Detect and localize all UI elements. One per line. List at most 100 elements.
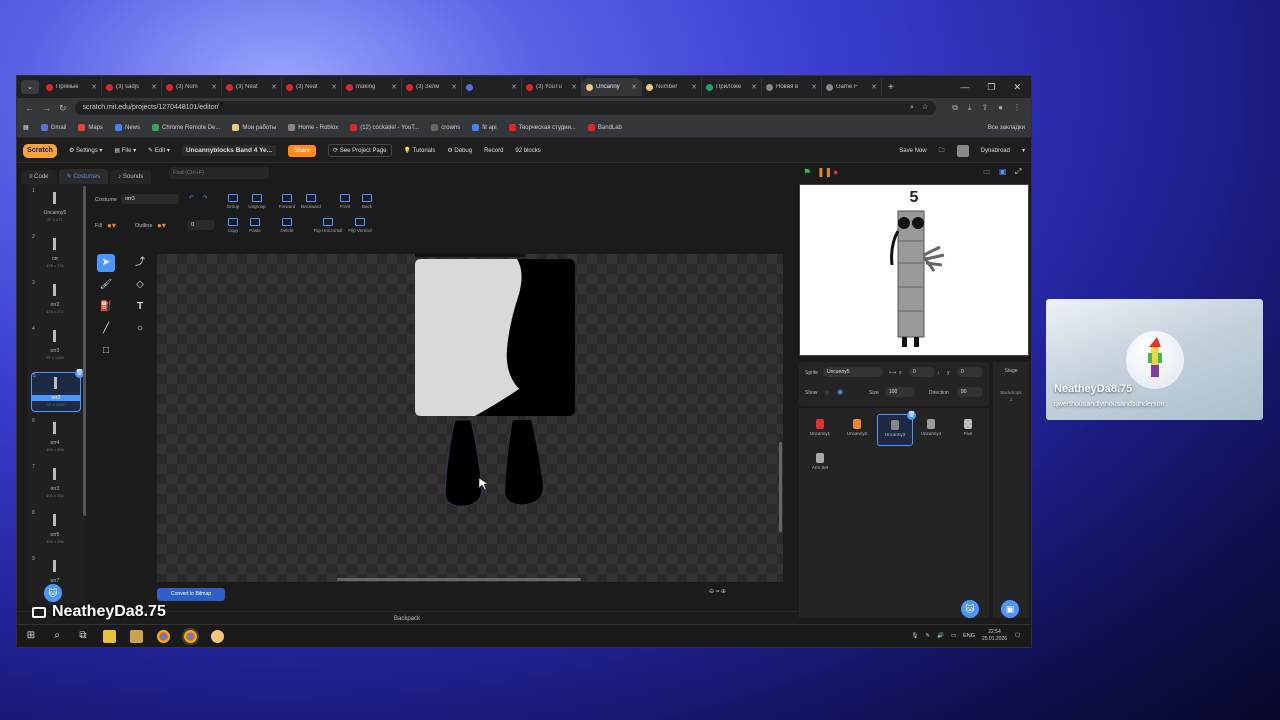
tab-costumes[interactable]: ✎ Costumes [58, 169, 109, 184]
sprite-item[interactable]: Uncanny2 [840, 414, 874, 444]
tab-close-icon[interactable]: ✕ [871, 83, 877, 91]
tab-close-icon[interactable]: ✕ [691, 83, 697, 91]
save-now-button[interactable]: Save Now [899, 148, 926, 154]
y-input[interactable]: 0 [957, 367, 983, 377]
minimize-icon[interactable]: — [960, 82, 969, 93]
pause-icon[interactable]: ❚❚ [817, 167, 832, 178]
browser-tab[interactable]: (3) YouTu ✕ [522, 78, 582, 96]
tab-close-icon[interactable]: ✕ [151, 83, 157, 91]
username[interactable]: Dynabroad [981, 148, 1010, 154]
bookmark-2[interactable]: News [115, 124, 140, 131]
back-icon[interactable]: ← [25, 103, 34, 113]
reload-icon[interactable]: ↻ [59, 103, 67, 114]
search-icon[interactable]: ⌕ [51, 630, 63, 642]
download-icon[interactable]: ⤓ [968, 103, 972, 113]
bookmark-9[interactable]: Творческая студия... [508, 124, 576, 131]
costume-item[interactable]: 8 orr5 100 x 200 [31, 510, 79, 548]
settings-menu[interactable]: ⚙ Settings ▾ [69, 147, 102, 154]
green-flag-icon[interactable]: ⚑ [803, 167, 811, 178]
delete-button[interactable]: Delete [275, 218, 299, 233]
bookmark-6[interactable]: (12) cockatiel - YouT... [350, 124, 419, 131]
scratch-logo[interactable]: Scratch [23, 143, 57, 158]
canvas-horizontal-scrollbar[interactable] [337, 578, 581, 581]
bookmark-4[interactable]: Мои работы [232, 124, 276, 131]
notification-icon[interactable]: 🗨 [1014, 633, 1021, 639]
tab-close-icon[interactable]: ✕ [391, 83, 397, 91]
redo-icon[interactable]: ↷ [203, 195, 208, 201]
tab-close-icon[interactable]: ✕ [91, 83, 97, 91]
costume-item[interactable]: 5 orr3 97 x 1297 🗑 [31, 369, 84, 412]
browser-tab[interactable]: ✕ [462, 78, 522, 96]
costume-item[interactable]: 7 orr3 100 x 200 [31, 464, 79, 502]
task-view-icon[interactable]: ⧉ [77, 630, 89, 642]
backward-button[interactable]: Backward [299, 194, 323, 209]
browser-tab[interactable]: Uncanny ✕ [582, 78, 642, 96]
x-input[interactable]: 0 [909, 367, 935, 377]
tab-close-icon[interactable]: ✕ [451, 83, 457, 91]
bookmark-0[interactable]: Gmail [40, 124, 66, 131]
forward-icon[interactable]: → [42, 103, 51, 113]
browser-tab[interactable]: Number ✕ [642, 78, 702, 96]
pen-icon[interactable]: ✎ [925, 633, 930, 639]
browser-tab[interactable]: Прямые ✕ [42, 78, 102, 96]
file-explorer-icon[interactable] [130, 629, 143, 643]
brush-tool-icon[interactable]: 🖌 [97, 276, 115, 294]
chrome-active-icon[interactable] [182, 627, 199, 645]
volume-icon[interactable]: 🔊 [937, 633, 944, 639]
network-icon[interactable]: ▭ [951, 633, 956, 639]
copy-button[interactable]: Copy [221, 218, 245, 233]
choose-sprite-button[interactable]: 🐱 [961, 600, 979, 618]
small-stage-icon[interactable]: ▭ [983, 167, 991, 176]
bookmark-1[interactable]: Maps [78, 124, 103, 131]
browser-tab[interactable]: Game F ✕ [822, 78, 882, 96]
language-indicator[interactable]: ENG [963, 633, 975, 639]
tab-close-icon[interactable]: ✕ [331, 83, 337, 91]
tab-close-icon[interactable]: ✕ [511, 83, 517, 91]
costume-name-input[interactable]: orr3 [121, 194, 179, 204]
front-button[interactable]: Front [333, 194, 357, 209]
costume-list-scrollbar[interactable] [83, 186, 86, 516]
shape-right-leg[interactable] [505, 420, 543, 505]
share-button[interactable]: Share [288, 144, 317, 157]
browser-tab[interactable]: (3) sadjs ✕ [102, 78, 162, 96]
bookmark-5[interactable]: Home - Roblox [288, 124, 338, 131]
rectangle-tool-icon[interactable]: □ [97, 342, 115, 360]
tab-close-icon[interactable]: ✕ [211, 83, 217, 91]
bookmark-3[interactable]: Chrome Remote De... [152, 124, 220, 131]
apps-icon[interactable]: ▦ [23, 124, 29, 131]
avatar[interactable] [956, 144, 969, 157]
tab-sounds[interactable]: ♪ Sounds [110, 170, 152, 184]
outline-width-input[interactable]: 0 [187, 220, 215, 230]
find-input[interactable]: Find (Ctrl+F) [169, 167, 269, 179]
eraser-tool-icon[interactable]: ◇ [131, 276, 149, 294]
show-eye-icon[interactable]: ◉ [837, 388, 843, 396]
tab-close-icon[interactable]: ✕ [271, 83, 277, 91]
sprite-item[interactable]: Uncanny1 [803, 414, 837, 444]
shape-left-leg[interactable] [444, 419, 483, 507]
costume-item[interactable]: 2 orr 126 x 276 [31, 234, 79, 272]
line-tool-icon[interactable]: ╱ [97, 320, 115, 338]
browser-tab[interactable]: Приложе ✕ [702, 78, 762, 96]
sprite-item[interactable]: Uncanny3 🗑 [877, 411, 916, 446]
see-project-page-button[interactable]: ⟳ See Project Page [328, 144, 392, 157]
ungroup-button[interactable]: Ungroup [245, 194, 269, 209]
browser-tab[interactable]: (3) Neat ✕ [222, 78, 282, 96]
share-icon[interactable]: ⇪ [981, 103, 988, 113]
choose-costume-button[interactable]: 🐱 [44, 584, 62, 602]
size-input[interactable]: 100 [885, 387, 915, 397]
paste-button[interactable]: Paste [243, 218, 267, 233]
zoom-controls[interactable]: ⊖ = ⊕ [709, 588, 726, 595]
browser-tab[interactable]: Новая в ✕ [762, 78, 822, 96]
record-button[interactable]: Record [484, 148, 503, 154]
zoom-icon[interactable]: ⌕ [910, 101, 914, 115]
bookmark-10[interactable]: BandLab [587, 124, 622, 131]
tab-close-icon[interactable]: ✕ [811, 83, 817, 91]
bookmark-8[interactable]: fit api [472, 124, 497, 131]
fill-tool-icon[interactable]: ⛽ [97, 298, 115, 316]
fill-color-swatch[interactable]: ●▾ [107, 221, 116, 230]
convert-to-bitmap-button[interactable]: Convert to Bitmap [157, 588, 225, 601]
chevron-down-icon[interactable]: ▾ [1022, 147, 1025, 154]
flip-vertical-button[interactable]: Flip Vertical [347, 218, 373, 233]
folder-icon[interactable]: 🗀 [939, 146, 945, 156]
kebab-menu-icon[interactable]: ⋮ [1013, 103, 1021, 113]
